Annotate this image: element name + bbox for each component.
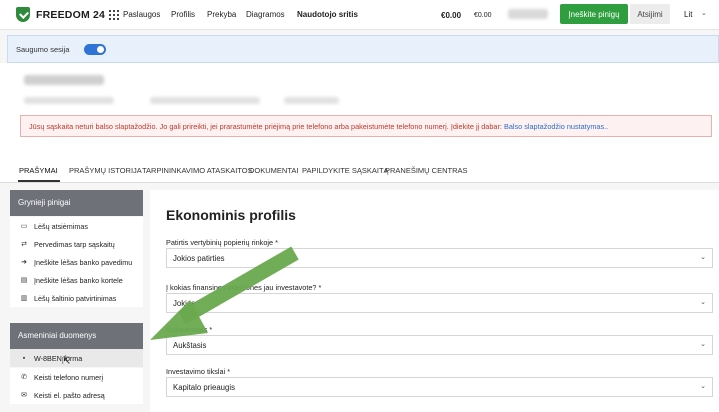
balance-primary: €0.00 [441, 11, 462, 20]
nav-item-services[interactable]: Paslaugos [123, 10, 160, 19]
voice-password-warning: Jūsų sąskaita neturi balso slaptažodžio.… [20, 115, 712, 137]
tab-request-history[interactable]: PRAŠYMŲ ISTORIJA [69, 166, 142, 175]
tab-notification-center[interactable]: PRANEŠIMŲ CENTRAS [385, 166, 468, 175]
deposit-button[interactable]: Įneškite pinigų [560, 4, 628, 24]
masked-account-name [24, 75, 104, 85]
sidebar-item-source-of-funds[interactable]: ▥ Lėšų šaltinio patvirtinimas [10, 289, 143, 307]
chevron-down-icon[interactable]: ⌄ [701, 9, 707, 17]
field-label-education: Išsilavinimas * [166, 325, 213, 334]
economic-profile-form: Ekonominis profilis Patirtis vertybinių … [150, 190, 719, 412]
sidebar-item-label: Įneškite lėšas banko pavedimu [34, 257, 133, 267]
chevron-down-icon: ⌄ [700, 341, 706, 348]
chevron-down-icon: ⌄ [700, 383, 706, 390]
sidebar-item-card-deposit[interactable]: ▤ Įneškite lėšas banko kortele [10, 271, 143, 289]
phone-icon: ✆ [21, 374, 27, 381]
sidebar-item-label: Įneškite lėšas banko kortele [34, 275, 123, 285]
field-label-investment-goals: Investavimo tikslai * [166, 367, 231, 376]
session-toggle[interactable] [84, 44, 106, 55]
sidebar-item-change-email[interactable]: ✉ Keisti el. pašto adresą [10, 386, 143, 404]
sidebar-item-w8ben[interactable]: ▪ W-8BEN forma [10, 349, 143, 367]
page-title: Ekonominis profilis [166, 207, 296, 223]
card-icon: ▤ [20, 277, 28, 284]
warning-text: Jūsų sąskaita neturi balso slaptažodžio.… [29, 122, 504, 131]
email-icon: ✉ [21, 392, 27, 399]
wallet-icon: ▭ [20, 223, 28, 230]
instruments-select-value: Jokias [173, 299, 196, 308]
nav-item-trading[interactable]: Prekyba [207, 10, 236, 19]
sidebar-item-label: Lėšų šaltinio patvirtinimas [34, 293, 117, 303]
investment-goals-select-value: Kapitalo prieaugis [173, 383, 235, 392]
account-header [0, 63, 719, 153]
sidebar-item-label: W-8BEN forma [34, 353, 83, 363]
sidebar-item-withdrawal[interactable]: ▭ Lėšų atsiėmimas [10, 217, 143, 235]
sidebar-section-personal-data: Asmeniniai duomenys [10, 323, 143, 349]
transfer-icon: ⇄ [21, 241, 27, 248]
sidebar-item-change-phone[interactable]: ✆ Keisti telefono numerį [10, 368, 143, 386]
sidebar-item-transfer[interactable]: ⇄ Pervedimas tarp sąskaitų [10, 235, 143, 253]
nav-item-profile[interactable]: Profilis [171, 10, 195, 19]
nav-item-charts[interactable]: Diagramos [246, 10, 285, 19]
document-icon: ▥ [20, 295, 28, 302]
security-session-bar: Saugumo sesija [7, 35, 719, 63]
field-label-instruments: Į kokias finansines priemones jau invest… [166, 283, 322, 292]
mouse-cursor-icon: ⇱ [62, 356, 71, 367]
session-label: Saugumo sesija [16, 45, 70, 54]
language-selector[interactable]: Lit [684, 10, 692, 19]
investment-goals-select[interactable]: Kapitalo prieaugis ⌄ [166, 377, 713, 397]
logout-button[interactable]: Atsijimi [630, 4, 670, 24]
masked-email [150, 97, 260, 104]
chevron-down-icon: ⌄ [700, 254, 706, 261]
brand-name: FREEDOM 24 [36, 8, 106, 21]
chevron-down-icon: ⌄ [700, 299, 706, 306]
field-label-experience: Patirtis vertybinių popierių rinkoje * [166, 238, 278, 247]
tab-top-up-account[interactable]: PAPILDYKITE SĄSKAITĄ [302, 166, 389, 175]
sidebar-item-label: Lėšų atsiėmimas [34, 221, 88, 231]
sidebar-item-label: Keisti telefono numerį [34, 372, 104, 382]
nav-item-user-area[interactable]: Naudotojo sritis [297, 10, 358, 19]
education-select[interactable]: Aukštasis ⌄ [166, 335, 713, 355]
masked-status [284, 97, 339, 104]
experience-select-value: Jokios patirties [173, 254, 225, 263]
masked-account-number [508, 9, 548, 19]
brand-logo[interactable]: FREEDOM 24 [16, 7, 105, 22]
tab-documents[interactable]: DOKUMENTAI [249, 166, 298, 175]
experience-select[interactable]: Jokios patirties ⌄ [166, 248, 713, 268]
sidebar-item-label: Keisti el. pašto adresą [34, 390, 105, 400]
tab-requests[interactable]: PRAŠYMAI [19, 166, 58, 175]
active-tab-indicator [18, 180, 60, 182]
masked-account-id [24, 97, 114, 104]
apps-grid-icon[interactable] [109, 10, 119, 20]
education-select-value: Aukštasis [173, 341, 207, 350]
sidebar-section-cash: Grynieji pinigai [10, 190, 143, 216]
shield-logo-icon [16, 7, 30, 22]
sidebar: Grynieji pinigai ▭ Lėšų atsiėmimas ⇄ Per… [0, 183, 148, 412]
sidebar-item-label: Pervedimas tarp sąskaitų [34, 239, 115, 249]
voice-password-setup-link[interactable]: Balso slaptažodžio nustatymas.. [504, 122, 608, 131]
section-tabs: PRAŠYMAI PRAŠYMŲ ISTORIJA TARPININKAVIMO… [0, 153, 719, 183]
balance-secondary: €0.00 [474, 12, 492, 19]
top-navigation: FREEDOM 24 Paslaugos Profilis Prekyba Di… [0, 0, 719, 30]
bank-transfer-icon: ➜ [21, 259, 27, 266]
instruments-select[interactable]: Jokias ⌄ [166, 293, 713, 313]
tab-broker-reports[interactable]: TARPININKAVIMO ATASKAITOS [142, 166, 253, 175]
file-icon: ▪ [22, 354, 26, 362]
sidebar-item-bank-deposit[interactable]: ➜ Įneškite lėšas banko pavedimu [10, 253, 143, 271]
